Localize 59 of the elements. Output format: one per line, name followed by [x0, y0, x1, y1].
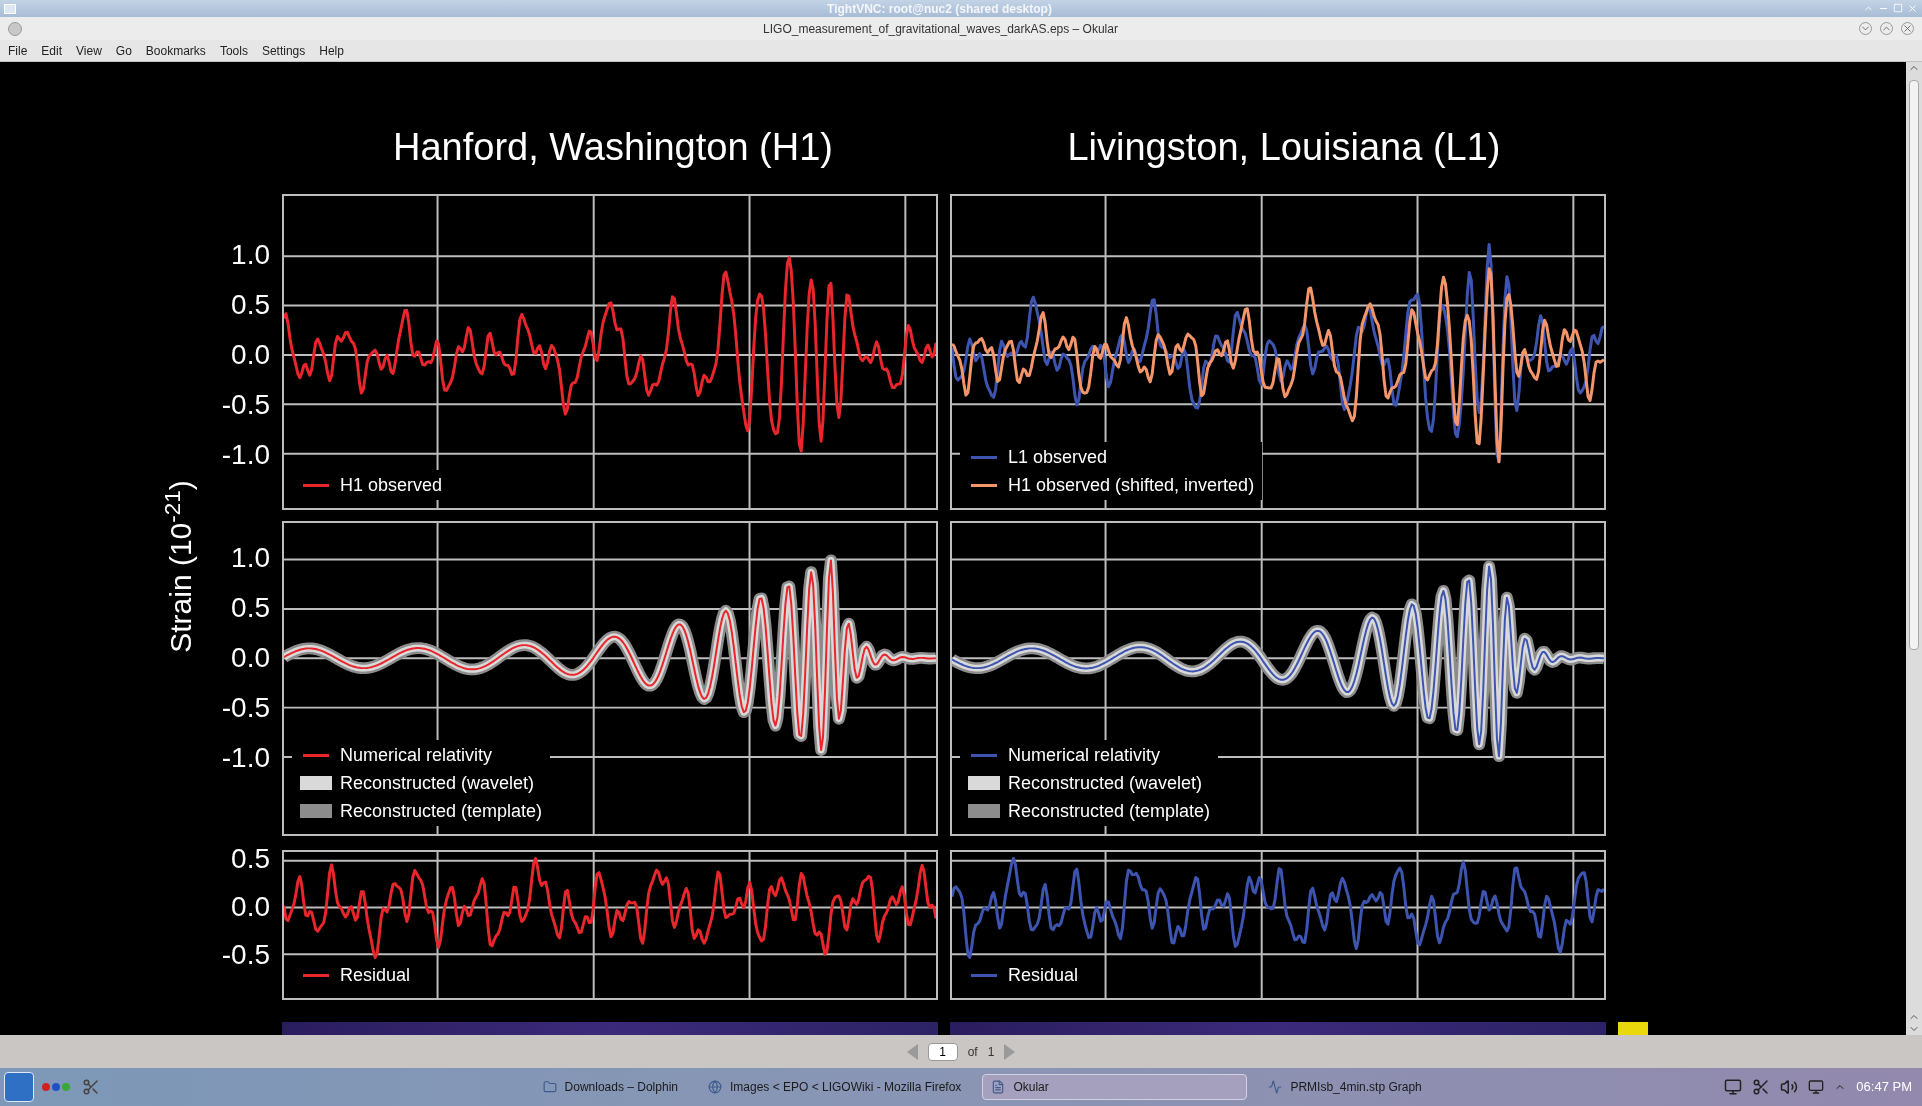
- menu-item[interactable]: View: [76, 41, 102, 60]
- pulse-icon: [1268, 1080, 1283, 1094]
- close-icon[interactable]: [1907, 3, 1918, 14]
- menu-item[interactable]: File: [8, 41, 28, 60]
- y-tick-label: 0.0: [231, 892, 270, 922]
- legend-label: Reconstructed (wavelet): [340, 772, 535, 794]
- y-tick-label: -0.5: [221, 693, 270, 723]
- menu-item[interactable]: Settings: [261, 41, 306, 60]
- tool-icon[interactable]: [82, 1078, 100, 1096]
- volume-icon[interactable]: [1780, 1078, 1799, 1096]
- y-tick-label: 1.0: [231, 240, 270, 270]
- legend-label: Reconstructed (template): [340, 800, 543, 822]
- document-icon: [991, 1080, 1006, 1094]
- vnc-title: TightVNC: root@nuc2 (shared desktop): [826, 0, 1053, 18]
- legend-label: Reconstructed (wavelet): [1008, 772, 1203, 794]
- menu-item[interactable]: Bookmarks: [145, 41, 206, 60]
- window-title: LIGO_measurement_of_gravitational_waves_darkAS.eps – Okular: [762, 20, 1119, 38]
- y-tick-label: -1.0: [221, 440, 270, 470]
- legend-label: H1 observed (shifted, inverted): [1008, 474, 1255, 496]
- taskbar-task[interactable]: PRMIsb_4min.stp Graph: [1259, 1074, 1431, 1100]
- legend-label: Numerical relativity: [1008, 744, 1161, 766]
- taskbar-task[interactable]: Downloads – Dolphin: [533, 1074, 687, 1100]
- y-tick-label: 0.5: [231, 593, 270, 623]
- activities-icon[interactable]: [42, 1083, 70, 1091]
- legend-label: Residual: [1008, 964, 1079, 986]
- page-total-label: 1: [987, 1043, 995, 1061]
- menu-item[interactable]: Help: [319, 41, 344, 60]
- page-of-label: of: [967, 1043, 978, 1061]
- close-icon[interactable]: [1901, 22, 1914, 35]
- display-icon[interactable]: [1724, 1078, 1743, 1096]
- legend-label: Reconstructed (template): [1008, 800, 1211, 822]
- legend-label: Numerical relativity: [340, 744, 493, 766]
- y-tick-label: -0.5: [221, 940, 270, 970]
- vertical-scrollbar[interactable]: [1906, 62, 1922, 1035]
- folder-icon: [542, 1080, 557, 1094]
- plot-title: Hanford, Washington (H1): [393, 124, 833, 170]
- legend-label: Residual: [340, 964, 411, 986]
- window-menu-icon[interactable]: [4, 3, 16, 14]
- menu-item[interactable]: Go: [115, 41, 132, 60]
- y-tick-label: 1.0: [231, 543, 270, 573]
- y-tick-label: -1.0: [221, 743, 270, 773]
- legend-label: H1 observed: [340, 474, 443, 496]
- y-tick-label: 0.5: [231, 290, 270, 320]
- taskbar-task[interactable]: Okular: [982, 1074, 1248, 1100]
- colorbar-swatch: [1618, 1022, 1648, 1035]
- legend-label: L1 observed: [1008, 446, 1108, 468]
- plot-title: Livingston, Louisiana (L1): [1067, 124, 1501, 170]
- menu-item[interactable]: Edit: [41, 41, 63, 60]
- start-menu-icon[interactable]: [4, 1072, 34, 1102]
- app-icon[interactable]: [8, 21, 22, 36]
- y-tick-label: 0.0: [231, 643, 270, 673]
- page-number-field[interactable]: 1: [927, 1042, 958, 1061]
- y-tick-label: 0.5: [231, 844, 270, 874]
- globe-icon: [707, 1080, 722, 1094]
- scrollbar-thumb[interactable]: [1909, 80, 1919, 650]
- taskbar-task[interactable]: Images < EPO < LIGOWiki - Mozilla Firefox: [698, 1074, 971, 1100]
- y-tick-label: 0.0: [231, 340, 270, 370]
- y-tick-label: -0.5: [221, 390, 270, 420]
- menu-item[interactable]: Tools: [219, 41, 248, 60]
